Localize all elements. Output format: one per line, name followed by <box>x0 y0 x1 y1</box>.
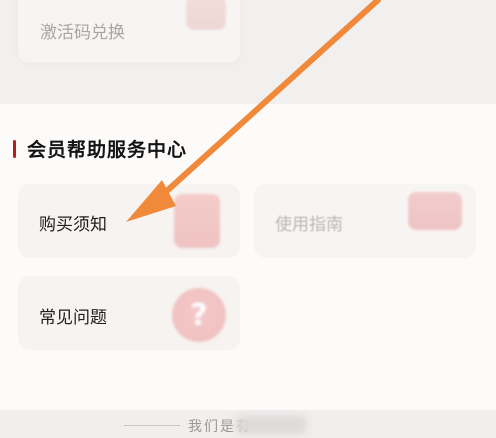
footer: 我们是有 <box>0 410 496 438</box>
activation-code-redeem-card[interactable]: 激活码兑换 <box>18 0 240 62</box>
section-title-marker <box>13 140 16 158</box>
footer-divider <box>124 425 180 426</box>
footer-blurred-text <box>236 416 306 434</box>
activation-code-redeem-label: 激活码兑换 <box>40 23 125 43</box>
question-icon: ? <box>172 288 226 342</box>
section-title: 会员帮助服务中心 <box>27 139 188 161</box>
usage-guide-label: 使用指南 <box>275 215 343 235</box>
question-glyph: ? <box>190 297 208 333</box>
guide-icon <box>408 192 462 230</box>
document-icon <box>174 194 220 248</box>
purchase-notice-label: 购买须知 <box>39 215 107 235</box>
faq-label: 常见问题 <box>39 308 107 328</box>
faq-card[interactable]: 常见问题 ? <box>18 276 240 350</box>
gift-icon <box>186 0 226 30</box>
purchase-notice-card[interactable]: 购买须知 <box>18 184 240 258</box>
usage-guide-card[interactable]: 使用指南 <box>254 184 476 258</box>
member-help-section: 会员帮助服务中心 购买须知 使用指南 常见问题 ? <box>0 104 496 410</box>
